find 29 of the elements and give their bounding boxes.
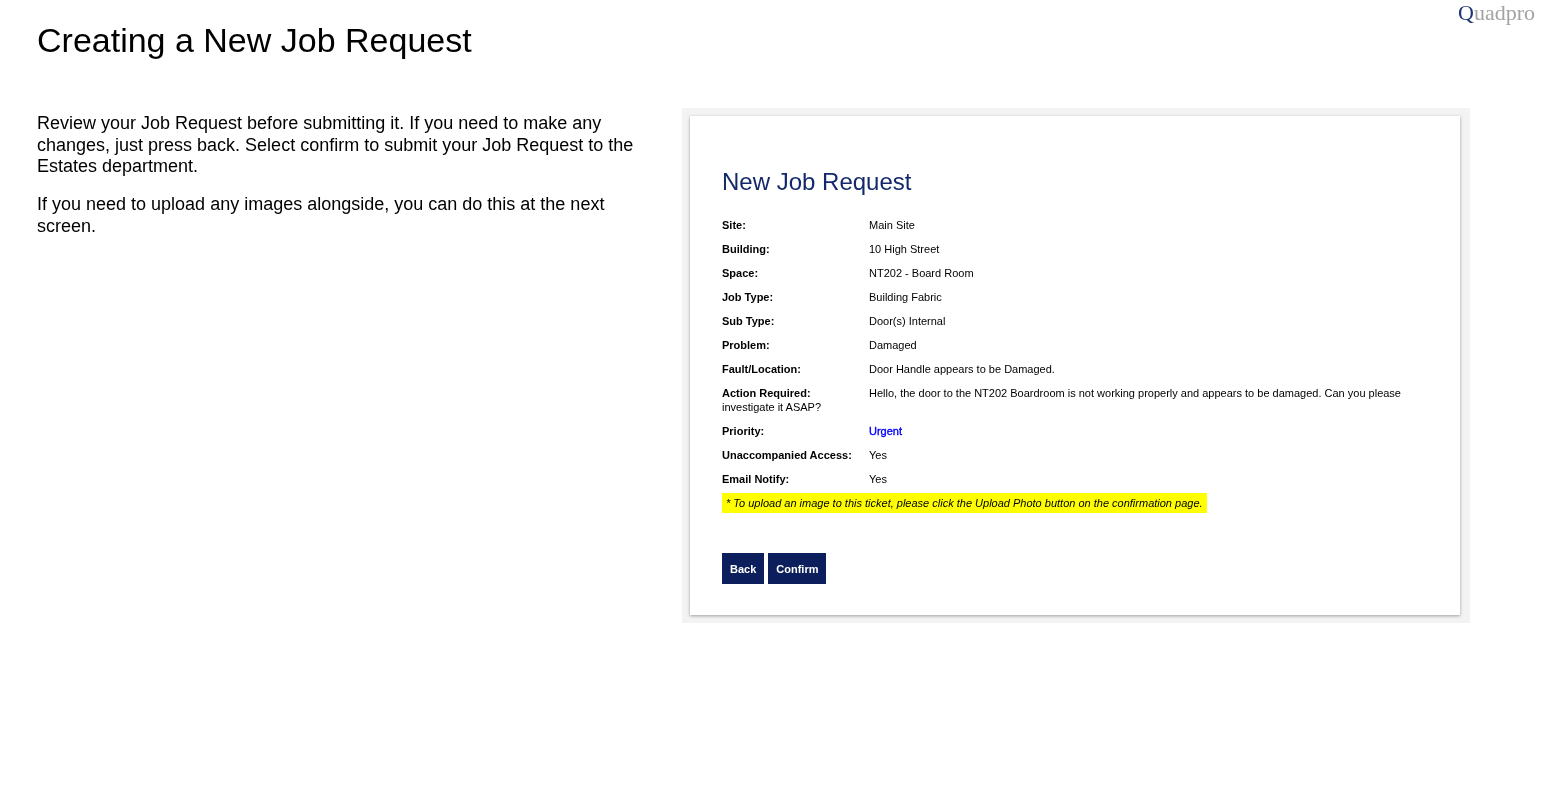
field-value: NT202 - Board Room <box>869 267 974 279</box>
field-row-text: Action Required: Hello, the door to the NT202 Boardroom is not working properly and appears to be damaged. Can you please investigate it ASAP? <box>722 386 1402 414</box>
field-value: Door(s) Internal <box>869 315 946 327</box>
field-value: Yes <box>869 473 887 485</box>
field-label: Building: <box>722 242 771 256</box>
field-value: Main Site <box>869 219 915 231</box>
intro-paragraph: Review your Job Request before submitting it. If you need to make any changes, just press back. Select confirm to submit your Job Request to the Estates department. <box>37 113 635 178</box>
field-value: Building Fabric <box>869 291 942 303</box>
field-label: Problem: <box>722 338 771 352</box>
logo: Quadpro <box>1458 0 1535 26</box>
field-label: Job Type: <box>722 290 775 304</box>
intro-paragraph: If you need to upload any images alongside, you can do this at the next screen. <box>37 194 606 237</box>
field-label: Space: <box>722 266 760 280</box>
slide-title: Creating a New Job Request <box>37 20 472 61</box>
form-heading: New Job Request <box>722 168 913 196</box>
field-label: Priority: <box>722 424 766 438</box>
field-label: Site: <box>722 218 747 232</box>
field-label: Fault/Location: <box>722 362 802 376</box>
field-label: Unaccompanied Access: <box>722 448 853 462</box>
field-value: Damaged <box>869 339 917 351</box>
field-value: Yes <box>869 449 887 461</box>
confirm-button[interactable]: Confirm <box>768 553 827 584</box>
field-label: Email Notify: <box>722 472 791 486</box>
upload-notice: * To upload an image to this ticket, please click the Upload Photo button on the confirmation page. <box>722 493 1207 513</box>
back-button[interactable]: Back <box>722 553 765 584</box>
field-label: Sub Type: <box>722 314 776 328</box>
field-value: 10 High Street <box>869 243 940 255</box>
field-value: Door Handle appears to be Damaged. <box>869 363 1055 375</box>
field-value: Urgent <box>869 425 903 437</box>
